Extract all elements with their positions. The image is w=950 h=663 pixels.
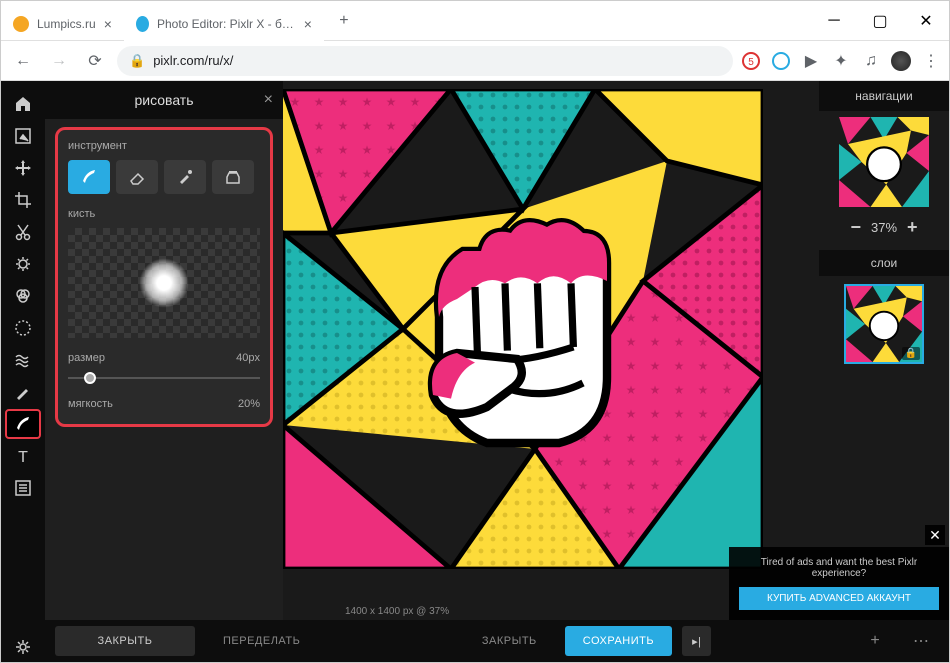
ad-close-button[interactable]: ✕ bbox=[925, 525, 945, 545]
close-button-2[interactable]: ЗАКРЫТЬ bbox=[464, 626, 555, 656]
layer-options-button[interactable]: ⋯ bbox=[903, 626, 939, 656]
brush-section-label: кисть bbox=[68, 208, 260, 220]
browser-tab-active[interactable]: Photo Editor: Pixlr X - бесплатн × bbox=[124, 7, 324, 41]
cut-tool[interactable] bbox=[5, 217, 41, 247]
favicon bbox=[13, 16, 29, 32]
browser-menu-icon[interactable]: ⋮ bbox=[921, 51, 941, 71]
extensions-menu-icon[interactable]: ✦ bbox=[831, 51, 851, 71]
favicon bbox=[136, 16, 149, 32]
tab-close-icon[interactable]: × bbox=[304, 16, 312, 32]
size-label: размер bbox=[68, 352, 105, 364]
settings-tool[interactable] bbox=[5, 632, 41, 662]
ad-text: Tired of ads and want the best Pixlr exp… bbox=[739, 557, 939, 579]
browser-addressbar: ← → ⟳ 🔒 pixlr.com/ru/x/ 5 ▶ ✦ ♫ ⋮ bbox=[1, 41, 949, 81]
brush-preview[interactable] bbox=[68, 228, 260, 338]
reload-button[interactable]: ⟳ bbox=[81, 47, 109, 75]
maximize-button[interactable]: ▢ bbox=[857, 1, 903, 41]
main-toolbar: T bbox=[1, 81, 45, 662]
url-text: pixlr.com/ru/x/ bbox=[153, 53, 233, 68]
svg-text:5: 5 bbox=[748, 57, 754, 68]
close-button[interactable]: ЗАКРЫТЬ bbox=[55, 626, 195, 656]
effect-tool[interactable] bbox=[5, 313, 41, 343]
eyedropper-subtool[interactable] bbox=[164, 160, 206, 194]
tab-close-icon[interactable]: × bbox=[104, 16, 112, 32]
extension-icon[interactable] bbox=[771, 51, 791, 71]
softness-value: 20% bbox=[238, 398, 260, 410]
brush-preview-dot bbox=[139, 258, 189, 308]
pixlr-editor: T рисовать × инструмент кисть bbox=[1, 81, 949, 662]
extension-icon[interactable]: ▶ bbox=[801, 51, 821, 71]
extension-icon[interactable]: 5 bbox=[741, 51, 761, 71]
tool-options-highlight: инструмент кисть размер 40px bbox=[55, 127, 273, 427]
crop-tool[interactable] bbox=[5, 185, 41, 215]
ad-popup: ✕ Tired of ads and want the best Pixlr e… bbox=[729, 547, 949, 620]
zoom-in-button[interactable]: + bbox=[907, 217, 918, 238]
navigator-header: навигации bbox=[819, 81, 949, 111]
fill-subtool[interactable] bbox=[212, 160, 254, 194]
tab-title: Photo Editor: Pixlr X - бесплатн bbox=[157, 17, 296, 31]
new-tab-button[interactable]: + bbox=[330, 7, 358, 35]
zoom-value: 37% bbox=[871, 220, 897, 235]
home-tool[interactable] bbox=[5, 89, 41, 119]
size-value: 40px bbox=[236, 352, 260, 364]
url-field[interactable]: 🔒 pixlr.com/ru/x/ bbox=[117, 46, 733, 76]
browser-titlebar: Lumpics.ru × Photo Editor: Pixlr X - бес… bbox=[1, 1, 949, 41]
bottom-bar: ЗАКРЫТЬ ПЕРЕДЕЛАТЬ 1400 x 1400 px @ 37% … bbox=[45, 620, 949, 662]
back-button[interactable]: ← bbox=[9, 47, 37, 75]
browser-tab[interactable]: Lumpics.ru × bbox=[1, 7, 124, 41]
close-window-button[interactable]: ✕ bbox=[903, 1, 949, 41]
zoom-out-button[interactable]: − bbox=[850, 217, 861, 238]
tool-section-label: инструмент bbox=[68, 140, 260, 152]
profile-avatar[interactable] bbox=[891, 51, 911, 71]
lock-icon: 🔒 bbox=[129, 53, 145, 69]
expand-button[interactable]: ▸| bbox=[682, 626, 711, 656]
element-tool[interactable] bbox=[5, 473, 41, 503]
layers-header: слои bbox=[819, 250, 949, 276]
save-button[interactable]: СОХРАНИТЬ bbox=[565, 626, 672, 656]
panel-header: рисовать × bbox=[45, 81, 283, 119]
svg-text:T: T bbox=[18, 449, 28, 465]
draw-tool[interactable] bbox=[5, 409, 41, 439]
softness-label: мягкость bbox=[68, 398, 113, 410]
size-slider[interactable] bbox=[68, 368, 260, 388]
filter-tool[interactable] bbox=[5, 281, 41, 311]
panel-title: рисовать bbox=[134, 92, 193, 108]
canvas-image[interactable]: ★ bbox=[283, 89, 763, 569]
draw-panel: рисовать × инструмент кисть размер 40px bbox=[45, 81, 283, 662]
layer-thumbnail[interactable]: 🔒 bbox=[844, 284, 924, 364]
redo-button[interactable]: ПЕРЕДЕЛАТЬ bbox=[205, 626, 318, 656]
add-layer-button[interactable]: + bbox=[857, 626, 893, 656]
adjust-tool[interactable] bbox=[5, 249, 41, 279]
eraser-subtool[interactable] bbox=[116, 160, 158, 194]
ad-cta-button[interactable]: КУПИТЬ ADVANCED АККАУНТ bbox=[739, 587, 939, 610]
liquify-tool[interactable] bbox=[5, 345, 41, 375]
tab-title: Lumpics.ru bbox=[37, 17, 96, 31]
navigator-thumbnail[interactable] bbox=[819, 111, 949, 213]
text-tool[interactable]: T bbox=[5, 441, 41, 471]
music-extension-icon[interactable]: ♫ bbox=[861, 51, 881, 71]
retouch-tool[interactable] bbox=[5, 377, 41, 407]
image-tool[interactable] bbox=[5, 121, 41, 151]
forward-button[interactable]: → bbox=[45, 47, 73, 75]
minimize-button[interactable]: ─ bbox=[811, 1, 857, 41]
panel-close-icon[interactable]: × bbox=[264, 91, 273, 109]
move-tool[interactable] bbox=[5, 153, 41, 183]
canvas-dimensions: 1400 x 1400 px @ 37% bbox=[345, 606, 449, 617]
layer-lock-icon[interactable]: 🔒 bbox=[902, 347, 920, 360]
brush-subtool[interactable] bbox=[68, 160, 110, 194]
